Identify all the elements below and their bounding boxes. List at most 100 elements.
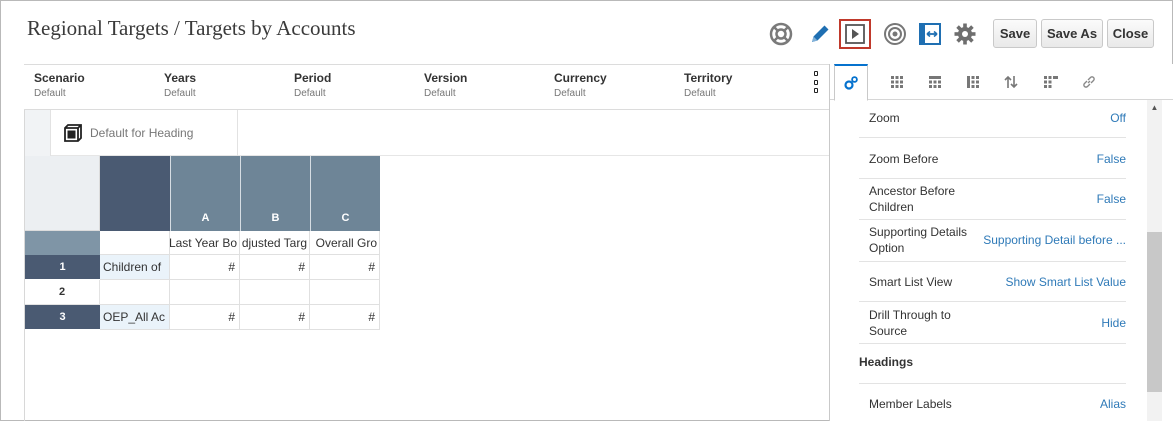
pov-value: Default xyxy=(164,88,196,99)
scroll-up-arrow-icon[interactable]: ▲ xyxy=(1148,102,1161,112)
save-button[interactable]: Save xyxy=(993,19,1037,48)
tab-link[interactable] xyxy=(1072,64,1106,100)
property-member-labels[interactable]: Member Labels Alias xyxy=(859,384,1126,421)
grid-corner xyxy=(25,156,100,231)
close-button[interactable]: Close xyxy=(1107,19,1154,48)
lifebuoy-icon[interactable] xyxy=(768,21,794,47)
property-value[interactable]: Show Smart List Value xyxy=(1006,274,1127,290)
data-cell[interactable]: # xyxy=(240,255,310,280)
property-zoom-before[interactable]: Zoom Before False xyxy=(859,138,1126,179)
property-label: Supporting Details Option xyxy=(869,225,968,255)
cube-icon xyxy=(64,124,82,142)
property-zoom[interactable]: Zoom Off xyxy=(859,100,1126,138)
property-label: Member Labels xyxy=(869,397,952,411)
pov-name: Years xyxy=(164,71,197,85)
heading-segment[interactable]: Default for Heading xyxy=(52,110,238,156)
more-options-icon[interactable] xyxy=(812,71,820,93)
heading-row: Default for Heading xyxy=(25,110,830,156)
pov-name: Currency xyxy=(554,71,607,85)
panel-scrollbar-thumb[interactable] xyxy=(1147,232,1162,392)
data-cell[interactable]: # xyxy=(170,305,240,330)
save-as-button[interactable]: Save As xyxy=(1041,19,1103,48)
heading-label: Default for Heading xyxy=(90,126,194,140)
property-label: Ancestor Before Children xyxy=(869,184,956,214)
tab-chart[interactable] xyxy=(1034,64,1068,100)
pov-territory[interactable]: Territory Default xyxy=(684,71,732,99)
properties-panel: Zoom Off Zoom Before False Ancestor Befo… xyxy=(829,64,1173,421)
gear-icon[interactable] xyxy=(952,21,978,47)
row-member-label[interactable] xyxy=(100,280,170,305)
row-member-label[interactable]: Children of xyxy=(100,255,170,280)
data-cell[interactable]: # xyxy=(310,255,380,280)
data-cell[interactable]: # xyxy=(240,305,310,330)
column-header-c[interactable]: C xyxy=(310,156,380,231)
property-value[interactable]: False xyxy=(1097,151,1126,167)
property-value[interactable]: Supporting Detail before ... xyxy=(983,232,1126,248)
property-label: Smart List View xyxy=(869,275,953,289)
run-button[interactable] xyxy=(839,19,871,49)
link-icon xyxy=(1083,76,1095,88)
tab-layout[interactable] xyxy=(918,64,952,100)
row-header-corner xyxy=(100,156,170,231)
pov-name: Territory xyxy=(684,71,733,85)
data-cell[interactable]: # xyxy=(310,305,380,330)
property-value[interactable]: Alias xyxy=(1100,396,1126,412)
pov-period[interactable]: Period Default xyxy=(294,71,331,99)
property-supporting-details-option[interactable]: Supporting Details Option Supporting Det… xyxy=(859,220,1126,262)
fit-width-icon[interactable] xyxy=(917,21,943,47)
pov-name: Scenario xyxy=(34,71,85,85)
pov-value: Default xyxy=(34,88,66,99)
form-grid-area: Default for Heading A B C Last Year Bo d… xyxy=(24,110,830,421)
pov-name: Period xyxy=(294,71,332,85)
property-value[interactable]: False xyxy=(1097,191,1126,207)
panel-tabs xyxy=(830,64,1173,101)
pov-version[interactable]: Version Default xyxy=(424,71,467,99)
property-label: Drill Through to Source xyxy=(869,308,951,338)
sort-icon xyxy=(1004,75,1018,89)
gears-icon xyxy=(844,76,858,90)
data-cell[interactable] xyxy=(310,280,380,305)
row-member-label[interactable]: OEP_All Ac xyxy=(100,305,170,330)
column-member-label[interactable]: Overall Gro xyxy=(310,231,380,255)
column-header-b[interactable]: B xyxy=(240,156,310,231)
data-cell[interactable] xyxy=(170,280,240,305)
column-member-label[interactable]: djusted Targ xyxy=(240,231,310,255)
row-number[interactable]: 2 xyxy=(25,280,100,305)
column-member-label[interactable]: Last Year Bo xyxy=(170,231,240,255)
chart-grid-icon xyxy=(1044,76,1058,88)
label-row-header xyxy=(25,231,100,255)
tab-sort[interactable] xyxy=(994,64,1028,100)
row-number[interactable]: 1 xyxy=(25,255,100,280)
property-list: Zoom Off Zoom Before False Ancestor Befo… xyxy=(830,100,1146,421)
table-icon xyxy=(967,76,979,88)
column-header-a[interactable]: A xyxy=(170,156,240,231)
pov-value: Default xyxy=(554,88,586,99)
property-value[interactable]: Off xyxy=(1110,110,1126,126)
target-icon[interactable] xyxy=(882,21,908,47)
data-cell[interactable]: # xyxy=(170,255,240,280)
pov-name: Version xyxy=(424,71,468,85)
data-cell[interactable] xyxy=(240,280,310,305)
row-number[interactable]: 3 xyxy=(25,305,100,330)
pov-value: Default xyxy=(684,88,716,99)
pov-scenario[interactable]: Scenario Default xyxy=(34,71,85,99)
property-smart-list-view[interactable]: Smart List View Show Smart List Value xyxy=(859,262,1126,302)
pov-value: Default xyxy=(424,88,456,99)
tab-format[interactable] xyxy=(956,64,990,100)
pov-years[interactable]: Years Default xyxy=(164,71,196,99)
property-ancestor-before-children[interactable]: Ancestor Before Children False xyxy=(859,179,1126,220)
pencil-icon[interactable] xyxy=(807,21,833,47)
page-title: Regional Targets / Targets by Accounts xyxy=(27,16,356,40)
pov-value: Default xyxy=(294,88,326,99)
tab-grid[interactable] xyxy=(880,64,914,100)
play-icon xyxy=(845,24,865,44)
property-label: Zoom Before xyxy=(869,152,939,166)
property-label: Zoom xyxy=(869,111,900,125)
grid-icon xyxy=(891,76,903,88)
pov-currency[interactable]: Currency Default xyxy=(554,71,607,99)
tab-properties[interactable] xyxy=(834,64,868,101)
pov-bar: Scenario Default Years Default Period De… xyxy=(24,64,829,110)
property-value[interactable]: Hide xyxy=(1101,315,1126,331)
property-drill-through-to-source[interactable]: Drill Through to Source Hide xyxy=(859,302,1126,344)
columns-icon xyxy=(929,76,941,88)
